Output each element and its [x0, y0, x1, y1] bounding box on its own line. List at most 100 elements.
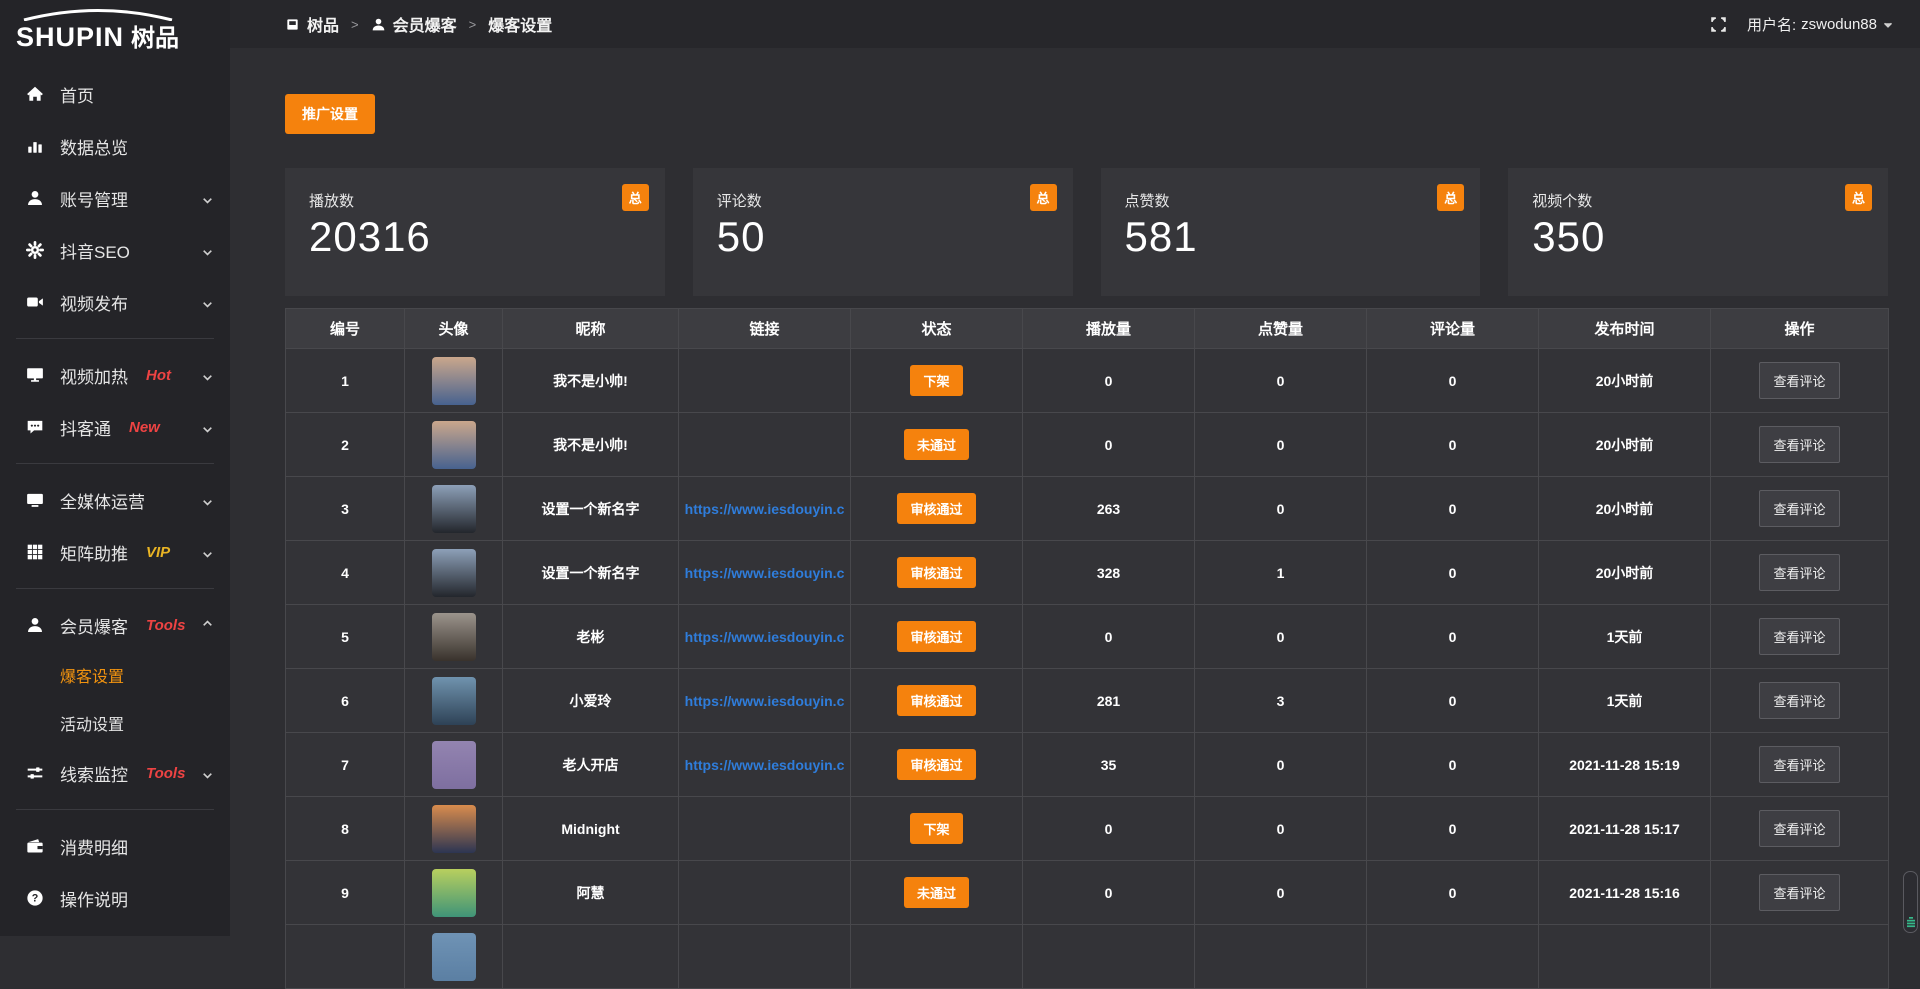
action-cell: 查看评论 — [1711, 413, 1889, 477]
publish-time: 20小时前 — [1539, 477, 1711, 541]
plays-count: 0 — [1023, 349, 1195, 413]
avatar — [432, 485, 476, 533]
sidebar-item-data-overview[interactable]: 数据总览 — [0, 120, 230, 172]
plays-count: 263 — [1023, 477, 1195, 541]
sidebar-item-member-baoke[interactable]: 会员爆客Tools — [0, 599, 230, 651]
floating-widget[interactable] — [1903, 871, 1918, 933]
publish-time: 20小时前 — [1539, 349, 1711, 413]
plays-count: 35 — [1023, 733, 1195, 797]
logo-text-en: SHUPIN — [16, 22, 124, 53]
likes-count: 3 — [1195, 669, 1367, 733]
view-comments-button[interactable]: 查看评论 — [1759, 682, 1839, 719]
view-comments-button[interactable]: 查看评论 — [1759, 490, 1839, 527]
nickname: 老人开店 — [503, 733, 679, 797]
user-menu-trigger[interactable]: 用户名: zswodun88 — [1747, 14, 1894, 35]
chevron-down-icon — [201, 421, 214, 434]
sidebar-item-douketong[interactable]: 抖客通New — [0, 401, 230, 453]
sidebar-item-label: 矩阵助推 — [60, 540, 128, 565]
likes-count: 0 — [1195, 733, 1367, 797]
view-comments-button[interactable]: 查看评论 — [1759, 874, 1839, 911]
plays-count: 0 — [1023, 797, 1195, 861]
chevron-up-icon — [201, 619, 214, 632]
likes-count: 0 — [1195, 477, 1367, 541]
sidebar-item-consumption-detail[interactable]: 消费明细 — [0, 820, 230, 872]
total-badge: 总 — [1437, 184, 1464, 211]
view-comments-button[interactable]: 查看评论 — [1759, 746, 1839, 783]
brand-logo[interactable]: SHUPIN 树品 — [0, 0, 230, 60]
sidebar-subitem-activity-settings[interactable]: 活动设置 — [0, 699, 230, 747]
video-link[interactable]: https://www.iesdouyin.c — [679, 565, 850, 581]
chevron-down-icon — [201, 244, 214, 257]
row-id: 8 — [286, 797, 405, 861]
column-header: 昵称 — [503, 309, 679, 349]
video-link[interactable]: https://www.iesdouyin.c — [679, 757, 850, 773]
user-area: 用户名: zswodun88 — [1710, 14, 1894, 35]
row-id: 1 — [286, 349, 405, 413]
link-cell: https://www.iesdouyin.c — [679, 477, 851, 541]
view-comments-button[interactable]: 查看评论 — [1759, 554, 1839, 591]
view-comments-button[interactable]: 查看评论 — [1759, 618, 1839, 655]
sidebar-subitem-baoke-settings[interactable]: 爆客设置 — [0, 651, 230, 699]
video-link[interactable]: https://www.iesdouyin.c — [679, 501, 850, 517]
sidebar-item-douyin-seo[interactable]: 抖音SEO — [0, 224, 230, 276]
sidebar-item-media-operation[interactable]: 全媒体运营 — [0, 474, 230, 526]
sidebar-item-operation-guide[interactable]: ?操作说明 — [0, 872, 230, 924]
avatar-cell — [405, 541, 503, 605]
sidebar-item-account-management[interactable]: 账号管理 — [0, 172, 230, 224]
status-badge: 未通过 — [904, 429, 969, 460]
breadcrumb-item-member-baoke[interactable]: 会员爆客 — [371, 12, 457, 36]
status-cell: 下架 — [851, 349, 1023, 413]
status-badge: 审核通过 — [897, 621, 975, 652]
topbar: 树品>会员爆客>爆客设置 用户名: zswodun88 — [230, 0, 1920, 48]
breadcrumb-label: 会员爆客 — [393, 12, 457, 36]
view-comments-button[interactable]: 查看评论 — [1759, 810, 1839, 847]
row-id: 3 — [286, 477, 405, 541]
column-header: 状态 — [851, 309, 1023, 349]
action-cell: 查看评论 — [1711, 541, 1889, 605]
sidebar-item-video-heat[interactable]: 视频加热Hot — [0, 349, 230, 401]
likes-count: 0 — [1195, 861, 1367, 925]
publish-time: 2021-11-28 15:19 — [1539, 733, 1711, 797]
sidebar-item-clue-monitor[interactable]: 线索监控Tools — [0, 747, 230, 799]
fullscreen-icon[interactable] — [1710, 16, 1727, 33]
row-id: 2 — [286, 413, 405, 477]
sidebar-item-label: 视频加热 — [60, 363, 128, 388]
sidebar-item-label: 操作说明 — [60, 886, 128, 911]
promotion-settings-button[interactable]: 推广设置 — [285, 94, 375, 134]
total-badge: 总 — [1845, 184, 1872, 211]
view-comments-button[interactable]: 查看评论 — [1759, 426, 1839, 463]
table-row: 3设置一个新名字https://www.iesdouyin.c审核通过26300… — [286, 477, 1889, 541]
comments-count: 0 — [1367, 733, 1539, 797]
avatar — [432, 677, 476, 725]
action-cell — [1711, 925, 1889, 989]
avatar-cell — [405, 413, 503, 477]
column-header: 评论量 — [1367, 309, 1539, 349]
sidebar-item-video-publish[interactable]: 视频发布 — [0, 276, 230, 328]
breadcrumb-item-baoke-settings[interactable]: 爆客设置 — [488, 12, 552, 36]
chat-icon — [26, 418, 44, 436]
sidebar-item-matrix-boost[interactable]: 矩阵助推VIP — [0, 526, 230, 578]
stat-card: 评论数50总 — [693, 168, 1073, 296]
avatar-cell — [405, 733, 503, 797]
sidebar-submenu: 爆客设置活动设置 — [0, 651, 230, 747]
video-link[interactable]: https://www.iesdouyin.c — [679, 629, 850, 645]
sidebar-item-label: 全媒体运营 — [60, 488, 145, 513]
video-link[interactable]: https://www.iesdouyin.c — [679, 693, 850, 709]
nickname: 老彬 — [503, 605, 679, 669]
chevron-down-icon — [201, 369, 214, 382]
stat-card-value: 581 — [1125, 213, 1457, 261]
stat-card-label: 视频个数 — [1532, 190, 1864, 211]
action-cell: 查看评论 — [1711, 349, 1889, 413]
table-row: 9阿慧未通过0002021-11-28 15:16查看评论 — [286, 861, 1889, 925]
stat-card: 点赞数581总 — [1101, 168, 1481, 296]
plays-count: 0 — [1023, 861, 1195, 925]
column-header: 点赞量 — [1195, 309, 1367, 349]
plays-count: 281 — [1023, 669, 1195, 733]
view-comments-button[interactable]: 查看评论 — [1759, 362, 1839, 399]
grid-icon — [26, 543, 44, 561]
row-id: 4 — [286, 541, 405, 605]
sidebar-item-home[interactable]: 首页 — [0, 68, 230, 120]
breadcrumb-item-shupin[interactable]: 树品 — [285, 12, 339, 36]
action-cell: 查看评论 — [1711, 477, 1889, 541]
table-row: 4设置一个新名字https://www.iesdouyin.c审核通过32810… — [286, 541, 1889, 605]
